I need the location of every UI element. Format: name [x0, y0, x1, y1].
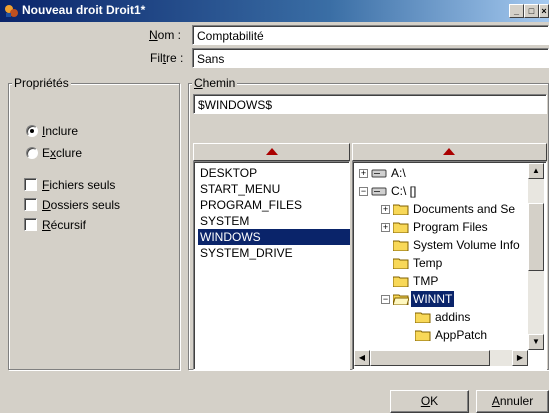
tree-item[interactable]: Temp [411, 255, 444, 271]
tree-item[interactable]: C:\ [] [389, 183, 418, 199]
folder-tree[interactable]: AppPatch addins WINNT TMP Temp System Volume … [352, 161, 547, 370]
folder-icon [392, 257, 409, 270]
recursif-checkbox[interactable] [24, 218, 37, 231]
tree-item[interactable]: addins [433, 309, 472, 325]
fichiers-seuls-checkbox[interactable] [24, 178, 37, 191]
tree-sort-header[interactable] [352, 143, 547, 161]
app-icon [5, 5, 18, 17]
cancel-button[interactable]: Annuler [476, 390, 549, 413]
tree-item[interactable]: TMP [411, 273, 440, 289]
open-folder-icon [392, 293, 410, 306]
tree-hscroll-thumb[interactable] [370, 350, 490, 366]
folder-icon [414, 329, 431, 342]
variable-list-item[interactable]: WINDOWS [198, 229, 350, 245]
dossiers-seuls-label[interactable]: Dossiers seuls [42, 198, 120, 212]
exclure-radio[interactable] [26, 147, 38, 159]
tree-item[interactable]: WINNT [411, 291, 455, 307]
dialog-body: Nom : Comptabilité Filtre : Sans Proprié… [0, 22, 549, 413]
folder-icon [392, 221, 409, 234]
inclure-label[interactable]: Inclure [42, 124, 78, 138]
ok-button[interactable]: OK [390, 390, 469, 413]
inclure-radio[interactable] [26, 125, 38, 137]
folder-icon [392, 203, 409, 216]
folder-icon [392, 275, 409, 288]
expand-icon[interactable]: + [381, 205, 390, 214]
sort-arrow-up-icon [266, 148, 278, 155]
fichiers-seuls-label[interactable]: Fichiers seuls [42, 178, 115, 192]
variable-list-item[interactable]: SYSTEM [198, 213, 350, 229]
collapse-icon[interactable]: − [381, 295, 390, 304]
scroll-up-arrow-icon[interactable]: ▲ [528, 163, 544, 179]
tree-item[interactable]: A:\ [389, 165, 408, 181]
close-button[interactable]: × [539, 4, 549, 18]
filtre-label: Filtre : [150, 51, 184, 65]
dossiers-seuls-checkbox[interactable] [24, 198, 37, 211]
nom-value: Comptabilité [197, 29, 264, 43]
title-bar[interactable]: Nouveau droit Droit1* _ □ × [0, 0, 549, 22]
scroll-right-arrow-icon[interactable]: ▶ [512, 350, 528, 366]
tree-item[interactable]: AppPatch [433, 327, 489, 343]
nom-label: Nom : [149, 28, 182, 42]
tree-item[interactable]: Program Files [411, 219, 490, 235]
tree-hscrollbar[interactable]: ◀ ▶ [354, 350, 528, 366]
collapse-icon[interactable]: − [359, 187, 368, 196]
nom-field[interactable]: Comptabilité [192, 25, 549, 45]
expand-icon[interactable]: + [381, 223, 390, 232]
variable-list-item[interactable]: DESKTOP [198, 165, 350, 181]
expand-icon[interactable]: + [359, 169, 368, 178]
window-title: Nouveau droit Droit1* [22, 3, 146, 17]
variables-list[interactable]: DESKTOP START_MENU PROGRAM_FILES SYSTEM WIND… [193, 161, 350, 370]
floppy-drive-icon [371, 167, 387, 179]
folder-icon [414, 311, 431, 324]
sort-arrow-up-icon [443, 148, 455, 155]
filtre-field[interactable]: Sans [192, 48, 549, 68]
folder-icon [392, 239, 409, 252]
filtre-value: Sans [197, 52, 225, 66]
chemin-legend: Chemin [192, 76, 238, 90]
recursif-label[interactable]: Récursif [42, 218, 86, 232]
variable-list-item[interactable]: SYSTEM_DRIVE [198, 245, 350, 261]
variables-sort-header[interactable] [193, 143, 350, 161]
tree-item[interactable]: System Volume Info [411, 237, 522, 253]
proprietes-legend: Propriétés [12, 76, 71, 90]
minimize-button[interactable]: _ [509, 4, 524, 18]
exclure-label[interactable]: Exclure [42, 146, 82, 160]
maximize-button[interactable]: □ [524, 4, 539, 18]
tree-vscroll-thumb[interactable] [528, 203, 544, 271]
chemin-path-value: $WINDOWS$ [198, 98, 273, 112]
scroll-down-arrow-icon[interactable]: ▼ [528, 334, 544, 350]
chemin-path-field[interactable]: $WINDOWS$ [193, 94, 547, 114]
variable-list-item[interactable]: PROGRAM_FILES [198, 197, 350, 213]
hard-drive-icon [371, 185, 387, 197]
tree-item[interactable]: Documents and Se [411, 201, 517, 217]
scroll-left-arrow-icon[interactable]: ◀ [354, 350, 370, 366]
tree-vscrollbar[interactable]: ▲ ▼ [528, 163, 544, 350]
variable-list-item[interactable]: START_MENU [198, 181, 350, 197]
